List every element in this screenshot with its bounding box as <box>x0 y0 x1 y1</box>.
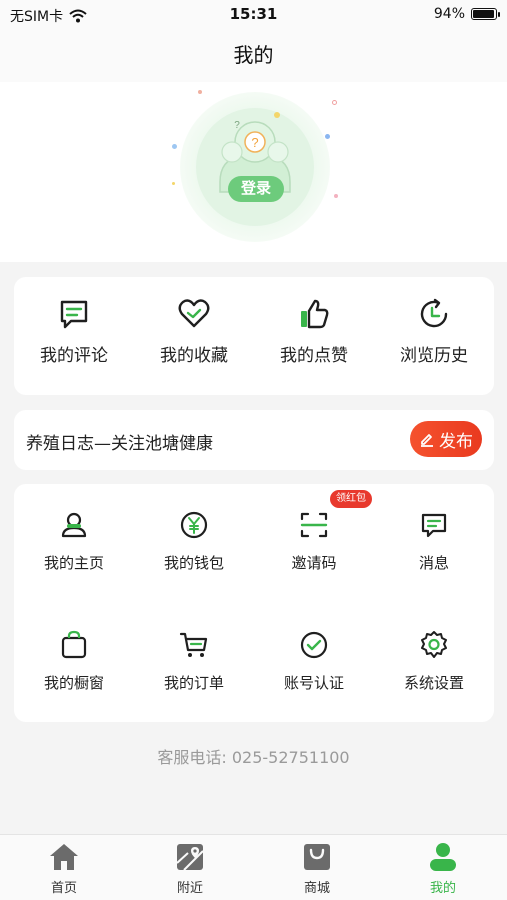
breeding-log-text: 养殖日志—关注池塘健康 <box>26 434 213 454</box>
quick-action-label: 我的评论 <box>40 346 108 366</box>
page-title: 我的 <box>233 43 274 67</box>
grid-item-homepage[interactable]: 我的主页 <box>14 510 134 573</box>
grid-item-label: 我的钱包 <box>163 554 224 572</box>
heart-icon <box>178 299 210 328</box>
wallet-icon <box>180 511 208 539</box>
tab-label: 商城 <box>303 881 330 896</box>
quick-action-label: 我的点赞 <box>280 346 348 366</box>
tab-nearby[interactable]: 附近 <box>140 841 240 896</box>
quick-action-label: 浏览历史 <box>400 346 468 366</box>
thumbs-up-icon <box>301 299 329 329</box>
grid-item-label: 我的主页 <box>43 554 104 572</box>
grid-item-label: 邀请码 <box>291 554 337 572</box>
shop-bag-icon <box>304 844 330 870</box>
feature-grid-card: 领红包 我的主页 我的钱包 邀请码 消息 我的橱窗 我的订单 账号认证 系统设置 <box>14 484 494 722</box>
quick-action-likes[interactable]: 我的点赞 <box>254 297 374 366</box>
customer-service-hotline[interactable]: 客服电话: 025-52751100 <box>0 744 507 768</box>
grid-item-label: 账号认证 <box>283 674 344 692</box>
quick-action-comments[interactable]: 我的评论 <box>14 297 134 366</box>
tab-mall[interactable]: 商城 <box>267 841 367 896</box>
profile-icon <box>430 843 456 871</box>
grid-item-invite-code[interactable]: 邀请码 <box>254 510 374 573</box>
gear-icon <box>421 631 447 658</box>
avatar-question-mark: ? <box>251 135 258 150</box>
breeding-log-banner[interactable]: 养殖日志—关注池塘健康 发布 <box>14 410 494 470</box>
decor-dot <box>332 100 337 105</box>
history-icon <box>420 298 448 328</box>
home-icon <box>50 844 78 870</box>
message-icon <box>421 513 447 538</box>
nav-header: 我的 <box>0 28 507 82</box>
scan-icon <box>300 512 328 538</box>
tab-mine[interactable]: 我的 <box>393 841 493 896</box>
quick-actions-card: 我的评论 我的收藏 我的点赞 浏览历史 <box>14 277 494 395</box>
grid-item-orders[interactable]: 我的订单 <box>134 630 254 693</box>
tab-label: 我的 <box>429 881 456 896</box>
comment-icon <box>60 300 88 329</box>
grid-item-messages[interactable]: 消息 <box>374 510 494 573</box>
user-icon <box>61 512 87 538</box>
login-hero: ? ? 登录 <box>0 82 507 262</box>
pen-icon <box>421 434 433 447</box>
decor-dot <box>172 182 175 185</box>
decor-dot <box>334 194 338 198</box>
svg-text:?: ? <box>234 120 240 131</box>
decor-dot <box>172 144 177 149</box>
grid-item-label: 我的橱窗 <box>43 674 104 692</box>
publish-button[interactable]: 发布 <box>410 421 482 457</box>
grid-item-label: 系统设置 <box>403 674 464 692</box>
red-packet-badge[interactable]: 领红包 <box>330 490 372 508</box>
grid-item-settings[interactable]: 系统设置 <box>374 630 494 693</box>
grid-item-label: 消息 <box>418 554 449 572</box>
grid-item-verification[interactable]: 账号认证 <box>254 630 374 693</box>
decor-dot <box>198 90 202 94</box>
grid-item-label: 我的订单 <box>163 674 224 692</box>
shopping-bag-icon <box>61 630 87 659</box>
quick-action-favorites[interactable]: 我的收藏 <box>134 297 254 366</box>
battery-percent: 94% <box>433 6 465 22</box>
status-time: 15:31 <box>229 5 278 23</box>
grid-item-wallet[interactable]: 我的钱包 <box>134 510 254 573</box>
cart-icon <box>179 632 208 657</box>
quick-action-history[interactable]: 浏览历史 <box>374 297 494 366</box>
battery-icon <box>471 8 500 20</box>
battery-fill <box>473 10 494 18</box>
decor-dot <box>325 134 330 139</box>
tab-label: 首页 <box>50 881 77 896</box>
publish-label: 发布 <box>439 431 473 451</box>
map-icon <box>176 844 204 871</box>
bottom-tab-bar: 首页 附近 商城 我的 <box>0 834 507 900</box>
tab-home[interactable]: 首页 <box>14 841 114 896</box>
login-button[interactable]: 登录 <box>228 176 284 202</box>
grid-item-showcase[interactable]: 我的橱窗 <box>14 630 134 693</box>
tab-label: 附近 <box>176 881 203 896</box>
check-circle-icon <box>300 631 328 659</box>
status-bar: 无SIM卡 15:31 94% <box>0 0 507 28</box>
status-right: 94% <box>433 6 500 22</box>
quick-action-label: 我的收藏 <box>160 346 228 366</box>
